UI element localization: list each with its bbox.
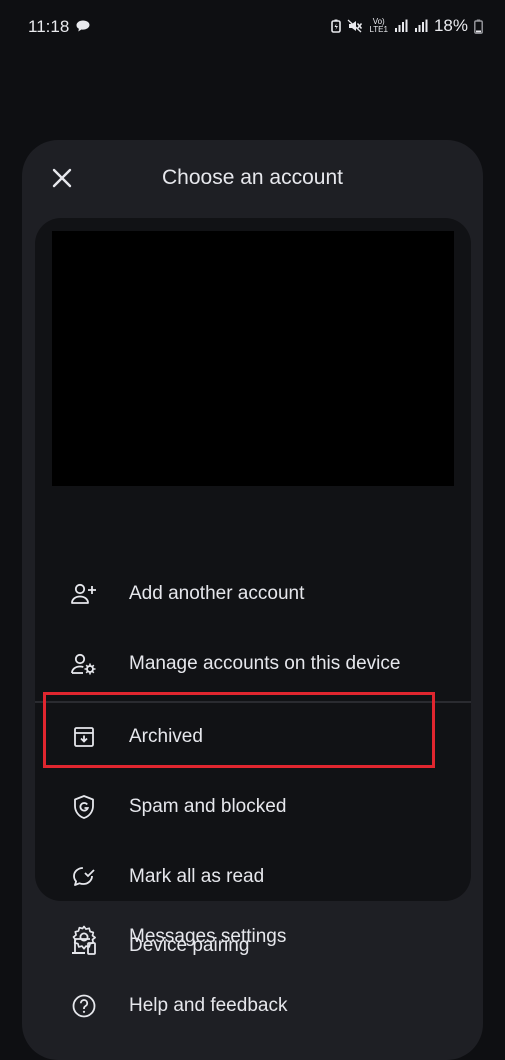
account-card: Add another account Manage accounts on t… bbox=[35, 218, 471, 956]
highlight-annotation bbox=[43, 692, 435, 768]
help-feedback-label: Help and feedback bbox=[129, 995, 288, 1016]
battery-saver-icon bbox=[331, 19, 342, 33]
mark-all-read-label: Mark all as read bbox=[129, 866, 265, 887]
spam-shield-icon bbox=[70, 793, 98, 821]
signal-icon-2 bbox=[414, 19, 428, 32]
manage-accounts-icon bbox=[70, 650, 98, 678]
status-bar: 11:18 Vo) LTE1 18% bbox=[0, 0, 505, 56]
status-icons: Vo) LTE1 18% bbox=[331, 16, 483, 36]
spam-blocked-button[interactable]: Spam and blocked bbox=[35, 779, 471, 835]
spam-blocked-label: Spam and blocked bbox=[129, 796, 287, 817]
battery-percent: 18% bbox=[433, 16, 468, 35]
account-chooser-sheet: Choose an account Add another account Ma… bbox=[22, 140, 483, 1060]
settings-gear-icon bbox=[70, 923, 98, 951]
manage-accounts-button[interactable]: Manage accounts on this device bbox=[35, 636, 471, 692]
sheet-title: Choose an account bbox=[162, 166, 343, 189]
help-icon bbox=[70, 992, 98, 1020]
battery-icon bbox=[474, 19, 483, 34]
mark-all-read-button[interactable]: Mark all as read bbox=[35, 849, 471, 905]
add-account-button[interactable]: Add another account bbox=[35, 566, 471, 622]
add-person-icon bbox=[70, 580, 98, 608]
messages-settings-label: Messages settings bbox=[129, 926, 287, 947]
signal-icon bbox=[394, 19, 408, 32]
manage-accounts-label: Manage accounts on this device bbox=[129, 653, 401, 674]
status-time: 11:18 bbox=[28, 17, 70, 36]
add-account-label: Add another account bbox=[129, 583, 305, 604]
chat-notification-icon bbox=[76, 20, 90, 32]
mark-read-icon bbox=[70, 863, 98, 891]
volte-indicator: Vo) LTE1 bbox=[369, 17, 388, 34]
messages-settings-button[interactable]: Messages settings bbox=[22, 909, 483, 965]
help-feedback-button[interactable]: Help and feedback bbox=[22, 978, 483, 1034]
account-panel-redacted bbox=[52, 231, 454, 486]
mute-icon bbox=[347, 19, 363, 33]
